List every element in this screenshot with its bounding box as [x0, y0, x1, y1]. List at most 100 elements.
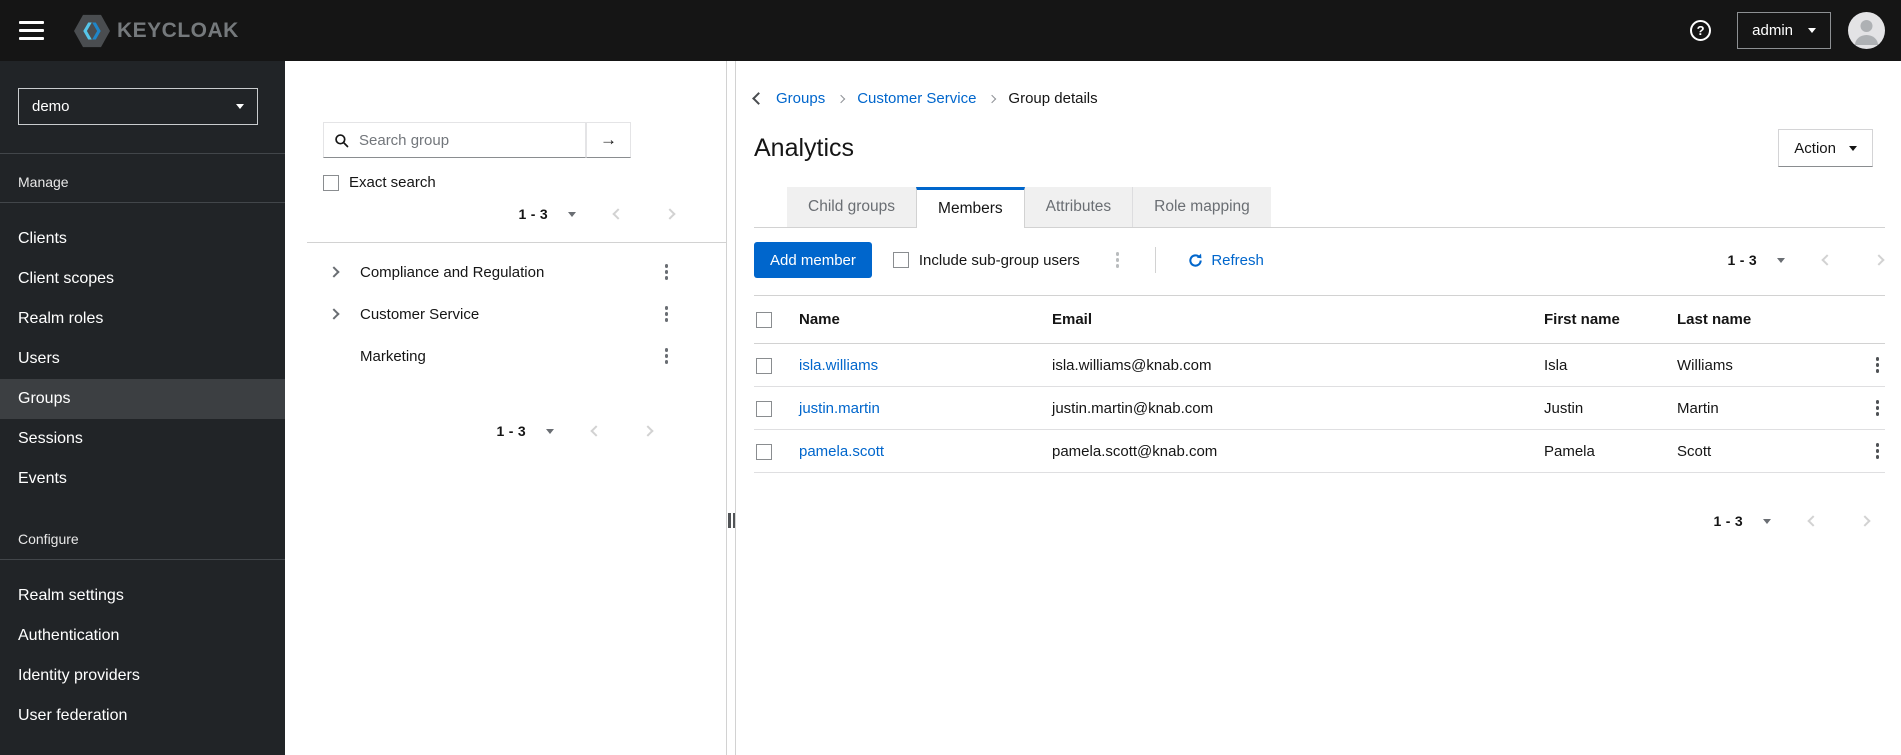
nav-section-configure: Configure Realm settings Authentication Ide…	[0, 521, 285, 736]
member-first-name: Justin	[1544, 399, 1584, 417]
breadcrumb-link-groups[interactable]: Groups	[776, 90, 825, 107]
sidebar-nav: Manage Clients Client scopes Realm roles Use…	[0, 153, 285, 736]
keycloak-logo[interactable]: KEYCLOAK	[74, 11, 239, 51]
help-icon[interactable]: ?	[1690, 20, 1712, 41]
sidebar-item-users[interactable]: Users	[0, 339, 285, 379]
group-kebab-menu-button[interactable]	[659, 302, 675, 326]
sidebar-item-realm-roles[interactable]: Realm roles	[0, 299, 285, 339]
group-tree-pagination-bottom-prev-button[interactable]	[590, 425, 602, 437]
nav-section-label: Manage	[18, 174, 69, 190]
group-tree-pagination-bottom-next-button[interactable]	[642, 425, 654, 437]
members-pagination-top-next-button[interactable]	[1873, 254, 1885, 266]
group-search-input[interactable]	[357, 130, 575, 150]
exact-search-checkbox[interactable]	[323, 174, 339, 191]
hamburger-menu-button[interactable]	[19, 20, 44, 41]
tab-attributes[interactable]: Attributes	[1024, 187, 1133, 227]
panel-splitter[interactable]	[727, 61, 736, 755]
sidebar-item-user-federation[interactable]: User federation	[0, 696, 285, 736]
user-menu-dropdown[interactable]: admin	[1737, 12, 1831, 49]
member-name-link[interactable]: justin.martin	[799, 400, 880, 417]
keycloak-admin-console: KEYCLOAK ? admin demo Manage Clients Clien…	[0, 0, 1901, 755]
sidebar-item-client-scopes[interactable]: Client scopes	[0, 259, 285, 299]
page-title: Analytics	[754, 133, 855, 162]
sidebar: demo Manage Clients Client scopes Realm rol…	[0, 61, 285, 755]
kebab-icon	[1875, 357, 1879, 373]
user-avatar-icon	[1848, 12, 1885, 49]
members-pagination-bottom-prev-button[interactable]	[1807, 515, 1819, 527]
include-subgroup-users-checkbox[interactable]	[892, 252, 909, 268]
group-name: Customer Service	[360, 305, 480, 323]
sidebar-item-authentication[interactable]: Authentication	[0, 616, 285, 656]
sidebar-item-realm-settings[interactable]: Realm settings	[0, 576, 285, 616]
tab-child-groups[interactable]: Child groups	[787, 187, 917, 227]
breadcrumb-separator	[836, 94, 846, 103]
refresh-button[interactable]: Refresh	[1182, 251, 1270, 270]
row-kebab-menu-button[interactable]	[1870, 353, 1886, 377]
breadcrumb-link-customer-service[interactable]: Customer Service	[857, 90, 976, 107]
sidebar-item-groups[interactable]: Groups	[0, 379, 285, 419]
tab-members[interactable]: Members	[916, 187, 1025, 228]
column-header-first-name: First name	[1544, 311, 1620, 328]
divider	[0, 559, 285, 560]
members-pagination-bottom-per-page-toggle[interactable]	[1761, 517, 1773, 526]
chevron-right-icon	[328, 266, 340, 278]
table-row: justin.martin justin.martin@knab.com Justi…	[754, 387, 1885, 430]
group-tree-pagination-bottom-per-page-toggle[interactable]	[544, 427, 556, 436]
sidebar-item-sessions[interactable]: Sessions	[0, 419, 285, 459]
nav-section-label: Configure	[18, 531, 79, 547]
kebab-icon	[664, 264, 668, 280]
group-tree-item-customer-service[interactable]: Customer Service	[285, 293, 726, 335]
group-tree-pagination-top-next-button[interactable]	[664, 208, 676, 220]
nav-section-manage: Manage Clients Client scopes Realm roles Use…	[0, 154, 285, 499]
row-kebab-menu-button[interactable]	[1870, 396, 1886, 420]
members-pagination-top-per-page-toggle[interactable]	[1775, 256, 1787, 265]
add-member-button[interactable]: Add member	[754, 242, 872, 278]
members-pagination-bottom-range: 1 - 3	[1713, 513, 1743, 529]
sidebar-item-events[interactable]: Events	[0, 459, 285, 499]
breadcrumb-back-button[interactable]	[752, 92, 765, 105]
expand-group-button[interactable]	[328, 308, 346, 320]
member-name-link[interactable]: pamela.scott	[799, 443, 884, 460]
group-tree-pagination-top-per-page-toggle[interactable]	[566, 210, 578, 219]
group-kebab-menu-button[interactable]	[659, 344, 675, 368]
row-checkbox[interactable]	[756, 357, 772, 374]
chevron-right-icon	[1873, 254, 1885, 266]
members-toolbar: Add member Include sub-group users Refre…	[754, 242, 1885, 278]
toolbar-divider	[1155, 247, 1157, 273]
row-kebab-menu-button[interactable]	[1870, 439, 1886, 463]
group-tree-pagination-top-prev-button[interactable]	[612, 208, 624, 220]
row-checkbox[interactable]	[756, 400, 772, 417]
row-checkbox[interactable]	[756, 443, 772, 460]
toolbar-kebab-menu-button[interactable]	[1110, 248, 1126, 272]
select-all-checkbox[interactable]	[756, 312, 772, 329]
include-subgroup-users-option: Include sub-group users	[892, 252, 1080, 269]
search-icon	[335, 133, 349, 147]
column-header-last-name: Last name	[1677, 311, 1752, 328]
member-email: isla.williams@knab.com	[1052, 356, 1212, 374]
page-header: Analytics Action	[754, 129, 1885, 167]
group-tree-item-marketing[interactable]: Marketing	[285, 335, 726, 377]
group-details-panel: Groups Customer Service Group details Anal…	[736, 61, 1901, 755]
group-tree-pagination-top: 1 - 3	[285, 206, 676, 222]
sidebar-item-identity-providers[interactable]: Identity providers	[0, 656, 285, 696]
action-dropdown-button[interactable]: Action	[1778, 129, 1873, 167]
group-search-submit-button[interactable]: →	[586, 122, 631, 158]
expand-group-button[interactable]	[328, 266, 346, 278]
chevron-right-icon	[1859, 515, 1871, 527]
member-name-link[interactable]: isla.williams	[799, 357, 878, 374]
member-first-name: Isla	[1544, 356, 1568, 374]
members-pagination-top-prev-button[interactable]	[1821, 254, 1833, 266]
group-kebab-menu-button[interactable]	[659, 260, 675, 284]
group-tree-item-compliance-and-regulation[interactable]: Compliance and Regulation	[285, 251, 726, 293]
members-pagination-bottom-next-button[interactable]	[1859, 515, 1871, 527]
sidebar-item-clients[interactable]: Clients	[0, 219, 285, 259]
realm-selector[interactable]: demo	[18, 88, 258, 125]
member-email: justin.martin@knab.com	[1052, 399, 1214, 417]
refresh-icon	[1189, 253, 1203, 267]
kebab-icon	[1875, 400, 1879, 416]
table-header-row: Name Email First name Last name	[754, 296, 1885, 344]
tab-role-mapping[interactable]: Role mapping	[1132, 187, 1271, 227]
members-pagination-bottom: 1 - 3	[754, 513, 1871, 529]
avatar[interactable]	[1848, 12, 1885, 49]
actions-header-cell	[1839, 296, 1885, 344]
